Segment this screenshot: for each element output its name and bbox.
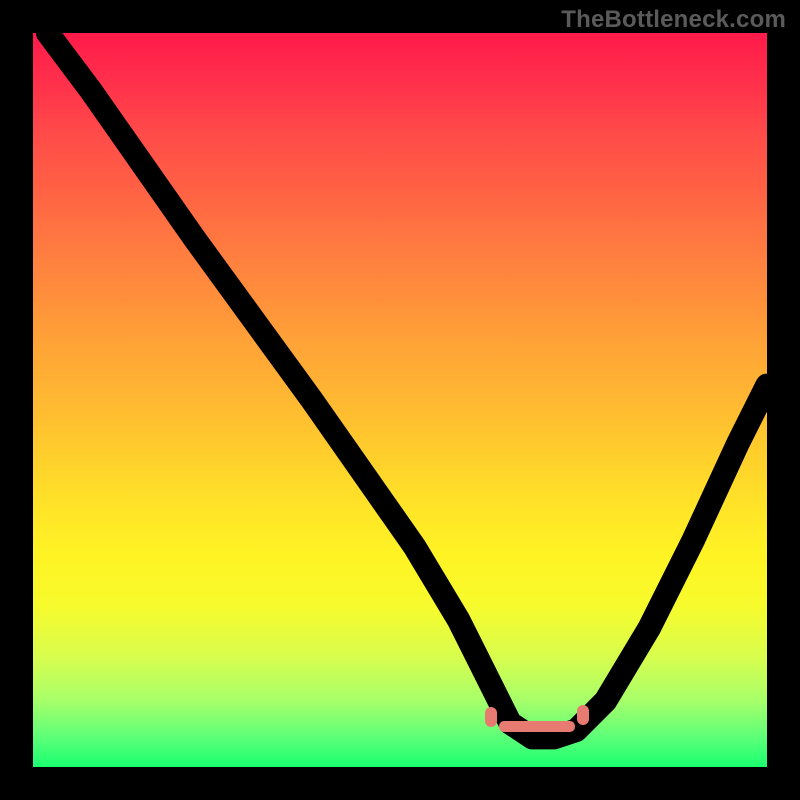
plot-area	[33, 33, 767, 767]
optimal-band	[499, 721, 575, 732]
bottleneck-curve	[33, 33, 767, 767]
watermark-text: TheBottleneck.com	[561, 6, 786, 34]
optimal-marker-left	[485, 707, 497, 727]
chart-frame: TheBottleneck.com	[0, 0, 800, 800]
optimal-marker-right	[577, 705, 589, 725]
